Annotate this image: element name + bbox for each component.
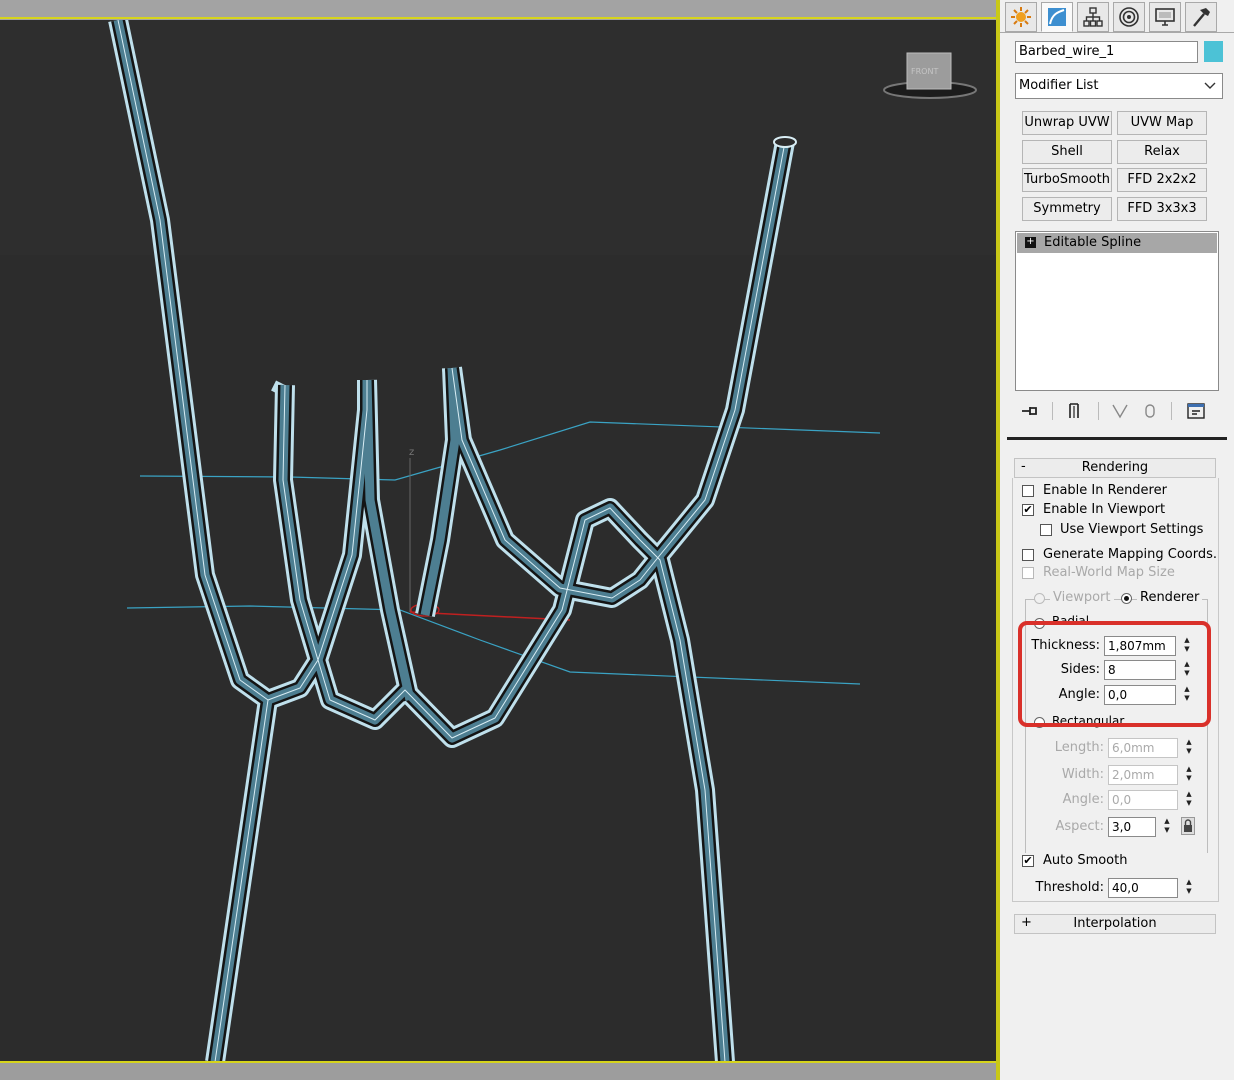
hierarchy-tab[interactable] — [1077, 2, 1109, 32]
interpolation-title: Interpolation — [1073, 916, 1157, 931]
view-cube-label: FRONT — [911, 67, 938, 76]
sides-field[interactable]: 8 — [1104, 660, 1176, 680]
real-world-map-size-label: Real-World Map Size — [1043, 565, 1175, 580]
rectangular-label: Rectangular — [1052, 714, 1125, 728]
length-label: Length: — [1054, 740, 1104, 755]
hierarchy-icon — [1083, 7, 1103, 27]
expand-icon[interactable]: + — [1025, 237, 1036, 248]
unwrap-uvw-button[interactable]: Unwrap UVW — [1022, 111, 1112, 135]
symmetry-button[interactable]: Symmetry — [1022, 197, 1112, 221]
radial-radio[interactable] — [1034, 618, 1045, 629]
aspect-spinner[interactable]: ▲ ▼ — [1161, 817, 1173, 837]
motion-tab[interactable] — [1113, 2, 1145, 32]
angle-label: Angle: — [1058, 687, 1100, 702]
configure-sets-icon[interactable] — [1186, 401, 1206, 421]
radial-label: Radial — [1052, 614, 1090, 628]
rendering-rollout-header[interactable]: - Rendering — [1014, 458, 1216, 478]
viewport-canvas[interactable]: z FRONT — [0, 20, 996, 1061]
use-viewport-settings-checkbox[interactable] — [1040, 524, 1052, 536]
rectangular-radio[interactable] — [1034, 717, 1045, 728]
object-name-field[interactable]: Barbed_wire_1 — [1015, 41, 1198, 63]
toolbar-divider — [1171, 402, 1172, 420]
show-end-result-icon[interactable] — [1064, 401, 1084, 421]
sun-icon — [1011, 7, 1031, 27]
panel-separator — [1007, 437, 1227, 440]
thickness-label: Thickness: — [1031, 638, 1100, 653]
renderer-radio-label: Renderer — [1137, 590, 1203, 605]
modifier-list-label: Modifier List — [1019, 78, 1099, 93]
sides-spinner[interactable]: ▲ ▼ — [1181, 660, 1193, 680]
enable-in-renderer-label: Enable In Renderer — [1043, 483, 1167, 498]
length-field[interactable]: 6,0mm — [1108, 738, 1178, 758]
utilities-tab[interactable] — [1185, 2, 1217, 32]
create-tab[interactable] — [1005, 2, 1037, 32]
command-panel: Barbed_wire_1 Modifier List Unwrap UVW U… — [1000, 0, 1234, 1080]
aspect-label: Aspect: — [1055, 819, 1104, 834]
threshold-field[interactable]: 40,0 — [1108, 878, 1178, 898]
modifier-list-dropdown[interactable]: Modifier List — [1015, 73, 1223, 99]
uvw-map-button[interactable]: UVW Map — [1117, 111, 1207, 135]
rect-angle-label: Angle: — [1062, 792, 1104, 807]
aspect-field[interactable]: 3,0 — [1108, 817, 1156, 837]
motion-icon — [1119, 7, 1139, 27]
modify-tab[interactable] — [1041, 2, 1073, 32]
shell-button[interactable]: Shell — [1022, 140, 1112, 164]
use-viewport-settings-label: Use Viewport Settings — [1060, 522, 1204, 537]
width-spinner[interactable]: ▲ ▼ — [1183, 765, 1195, 785]
enable-in-renderer-checkbox[interactable] — [1022, 485, 1034, 497]
viewport-radio[interactable] — [1034, 593, 1045, 604]
modifier-stack[interactable]: + Editable Spline — [1015, 231, 1219, 391]
z-axis-label: z — [409, 447, 414, 458]
angle-spinner[interactable]: ▲ ▼ — [1181, 685, 1193, 705]
enable-in-viewport-label: Enable In Viewport — [1043, 502, 1166, 517]
interpolation-rollout-header[interactable]: + Interpolation — [1014, 914, 1216, 934]
generate-mapping-coords-label: Generate Mapping Coords. — [1043, 547, 1218, 562]
lock-icon[interactable] — [1181, 817, 1195, 835]
viewport[interactable]: z FRONT — [0, 0, 1000, 1080]
toolbar-divider — [1052, 402, 1053, 420]
threshold-label: Threshold: — [1035, 880, 1104, 895]
viewport-bottom-bar — [0, 1061, 1000, 1080]
toolbar-divider — [1098, 402, 1099, 420]
display-tab[interactable] — [1149, 2, 1181, 32]
thickness-spinner[interactable]: ▲ ▼ — [1181, 636, 1193, 656]
rendering-title: Rendering — [1081, 460, 1149, 475]
auto-smooth-label: Auto Smooth — [1043, 853, 1128, 868]
ffd-2x2x2-button[interactable]: FFD 2x2x2 — [1117, 168, 1207, 192]
guide-lines — [126, 421, 881, 685]
pin-stack-icon[interactable] — [1020, 401, 1040, 421]
stack-item-editable-spline[interactable]: + Editable Spline — [1017, 233, 1217, 253]
generate-mapping-coords-checkbox[interactable] — [1022, 549, 1034, 561]
real-world-map-size-checkbox[interactable] — [1022, 567, 1034, 579]
object-color-swatch[interactable] — [1204, 41, 1223, 62]
barbed-wire-mesh[interactable]: z FRONT — [0, 20, 996, 1061]
angle-field[interactable]: 0,0 — [1104, 685, 1176, 705]
remove-modifier-icon[interactable] — [1140, 401, 1160, 421]
viewport-top-bar — [0, 0, 1000, 19]
enable-in-viewport-checkbox[interactable]: ✔ — [1022, 504, 1034, 516]
renderer-radio[interactable] — [1121, 593, 1132, 604]
chevron-down-icon — [1204, 74, 1216, 98]
modify-icon — [1048, 8, 1066, 26]
viewport-radio-label: Viewport — [1050, 590, 1114, 605]
make-unique-icon[interactable] — [1110, 401, 1130, 421]
hammer-icon — [1193, 8, 1210, 27]
thickness-field[interactable]: 1,807mm — [1104, 636, 1176, 656]
stack-item-label: Editable Spline — [1044, 235, 1142, 250]
display-icon — [1155, 8, 1175, 26]
turbosmooth-button[interactable]: TurboSmooth — [1022, 168, 1112, 192]
width-label: Width: — [1061, 767, 1104, 782]
rect-angle-spinner[interactable]: ▲ ▼ — [1183, 790, 1195, 810]
width-field[interactable]: 2,0mm — [1108, 765, 1178, 785]
rect-angle-field[interactable]: 0,0 — [1108, 790, 1178, 810]
threshold-spinner[interactable]: ▲ ▼ — [1183, 878, 1195, 898]
auto-smooth-checkbox[interactable]: ✔ — [1022, 855, 1034, 867]
length-spinner[interactable]: ▲ ▼ — [1183, 738, 1195, 758]
ffd-3x3x3-button[interactable]: FFD 3x3x3 — [1117, 197, 1207, 221]
relax-button[interactable]: Relax — [1117, 140, 1207, 164]
sides-label: Sides: — [1060, 662, 1100, 677]
tab-divider — [1000, 32, 1234, 33]
